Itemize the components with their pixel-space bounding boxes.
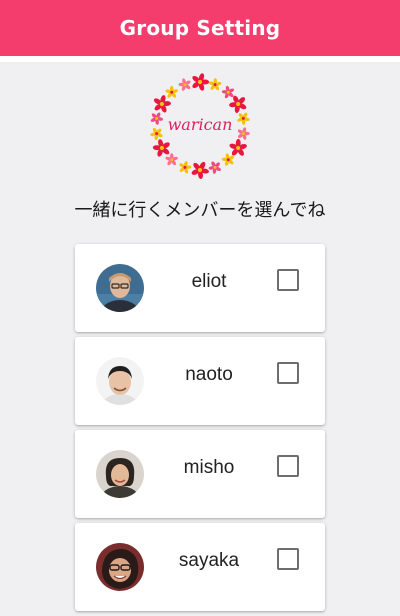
member-checkbox[interactable]	[277, 455, 299, 477]
logo-text: warican	[168, 115, 233, 134]
member-name: naoto	[185, 364, 233, 385]
header-divider	[0, 56, 400, 62]
member-card-eliot[interactable]: eliot	[75, 244, 325, 332]
avatar	[96, 264, 144, 312]
member-card-misho[interactable]: misho	[75, 430, 325, 518]
member-card-sayaka[interactable]: sayaka	[75, 523, 325, 611]
app-header: Group Setting	[0, 0, 400, 56]
warican-logo: warican	[140, 66, 260, 186]
member-name: misho	[183, 457, 235, 478]
member-name: eliot	[191, 271, 227, 292]
member-name: sayaka	[178, 550, 240, 571]
member-checkbox[interactable]	[277, 548, 299, 570]
member-select-prompt: 一緒に行くメンバーを選んでね	[74, 200, 326, 221]
member-card-naoto[interactable]: naoto	[75, 337, 325, 425]
avatar	[96, 450, 144, 498]
member-checkbox[interactable]	[277, 269, 299, 291]
avatar	[96, 357, 144, 405]
page-title: Group Setting	[119, 16, 281, 40]
avatar	[96, 543, 144, 591]
member-checkbox[interactable]	[277, 362, 299, 384]
member-list: eliot naoto misho sayaka	[75, 244, 325, 616]
flower-wreath-icon: warican	[150, 73, 250, 180]
